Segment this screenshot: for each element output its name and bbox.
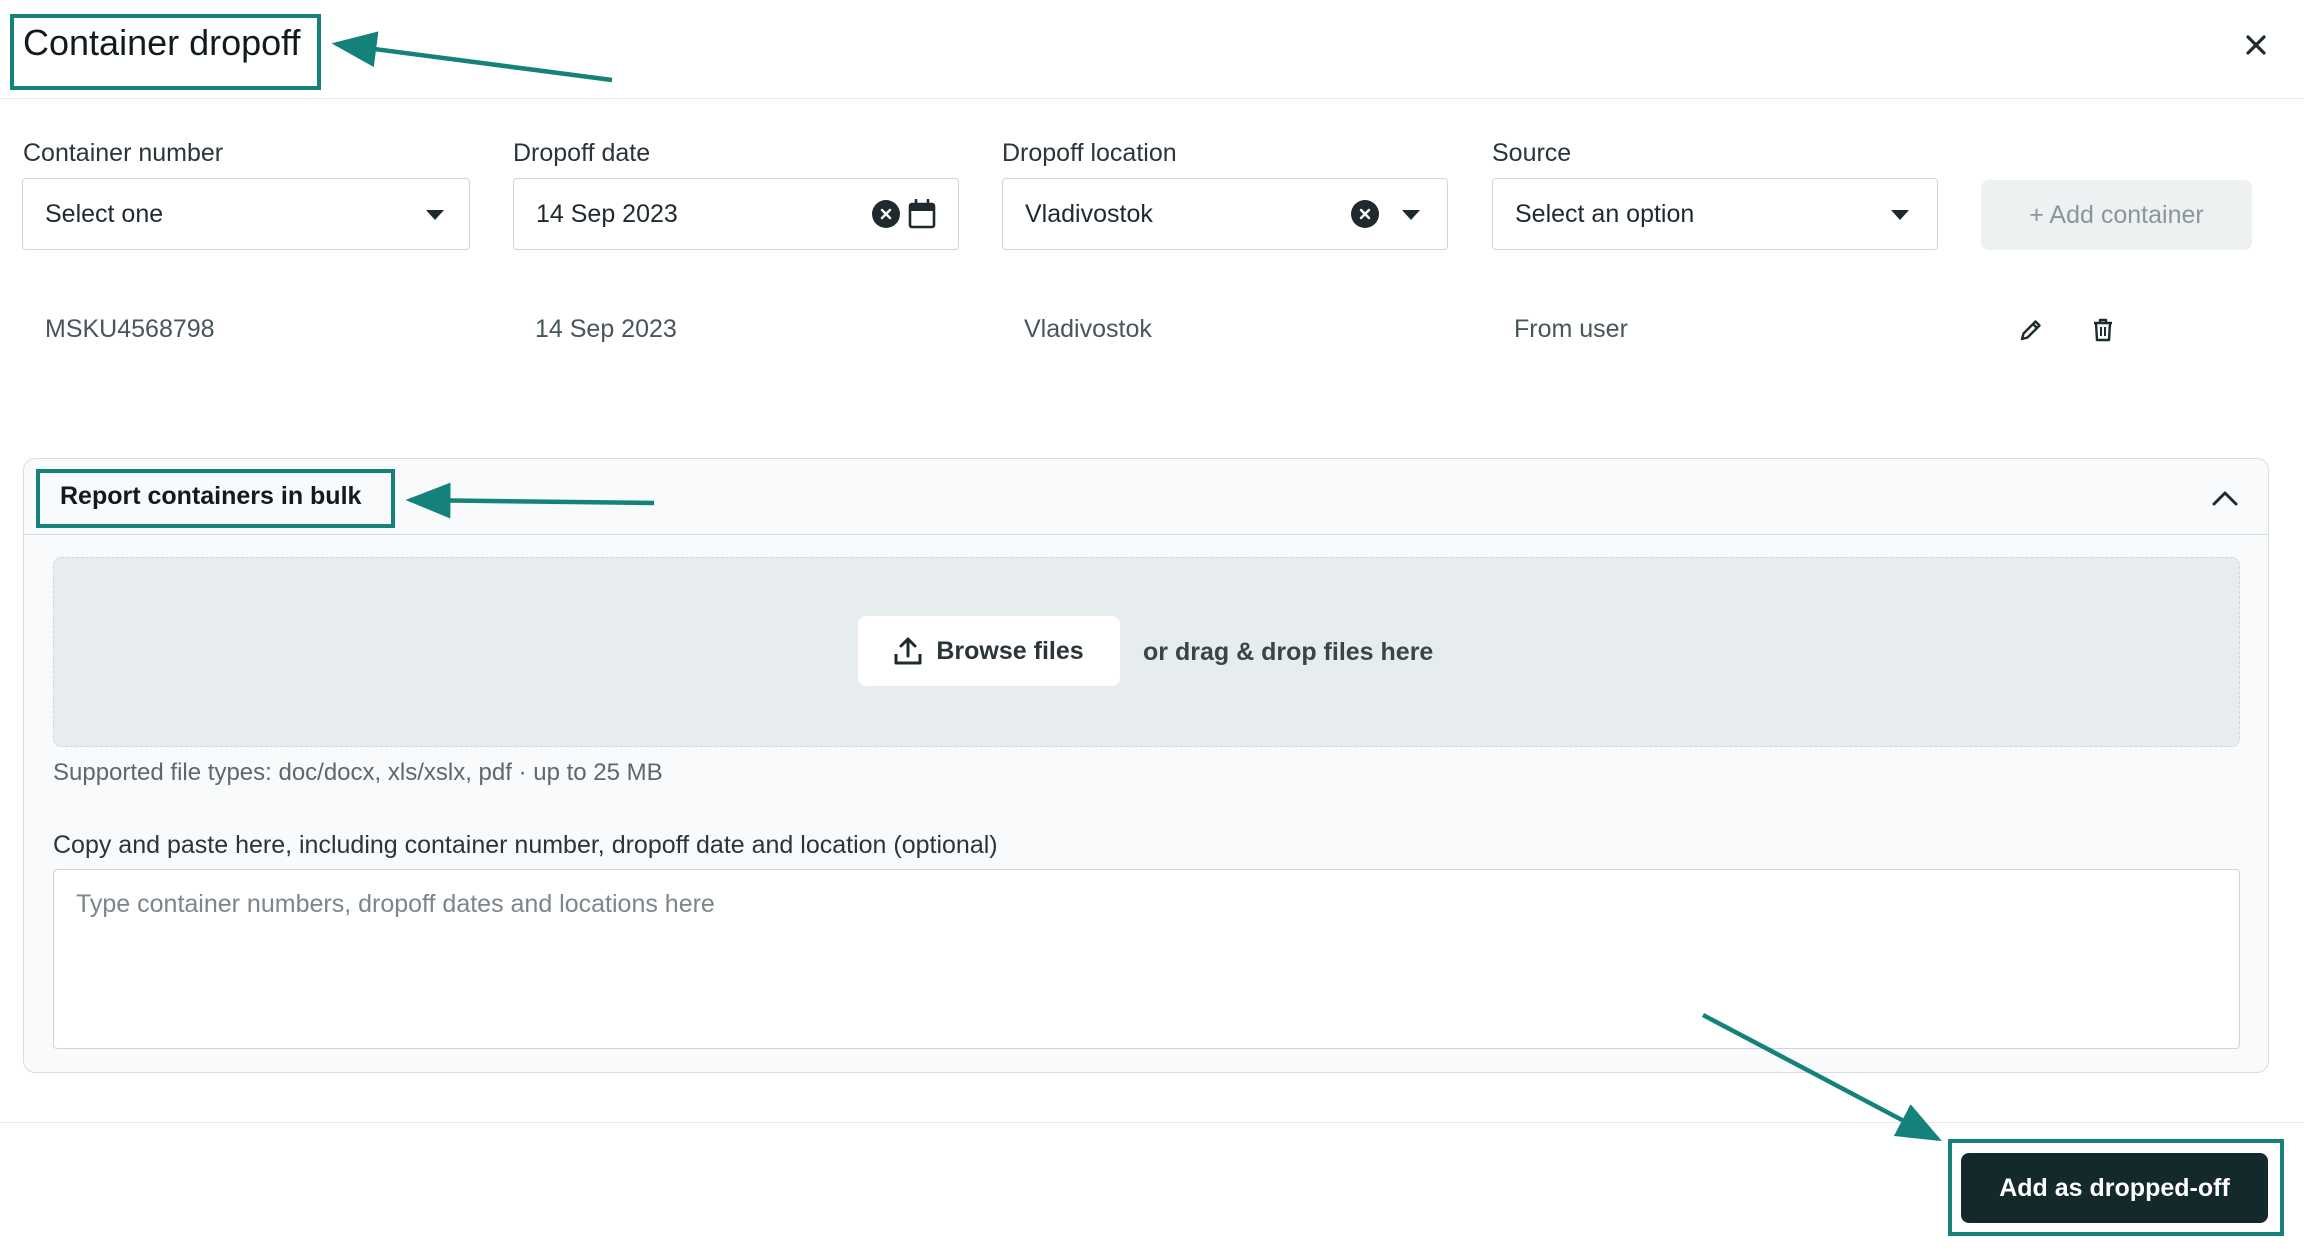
- chevron-down-icon[interactable]: [1891, 210, 1909, 220]
- chevron-down-icon[interactable]: [426, 210, 444, 220]
- paste-label: Copy and paste here, including container…: [53, 831, 998, 859]
- source-select[interactable]: Select an option: [1492, 178, 1938, 250]
- browse-files-label: Browse files: [936, 636, 1084, 665]
- browse-files-button[interactable]: Browse files: [858, 616, 1120, 686]
- dropoff-location-select[interactable]: Vladivostok: [1002, 178, 1448, 250]
- bulk-header-divider: [24, 534, 2268, 535]
- clear-location-icon[interactable]: [1351, 200, 1379, 228]
- annotation-highlight-title: [10, 14, 321, 90]
- upload-icon: [894, 637, 922, 665]
- edit-button[interactable]: [2014, 313, 2048, 347]
- arrow-to-title: [331, 31, 613, 83]
- source-value: Select an option: [1515, 200, 1695, 228]
- add-container-button[interactable]: + Add container: [1981, 180, 2252, 250]
- header-divider: [0, 98, 2304, 99]
- paste-textarea[interactable]: [53, 869, 2240, 1049]
- annotation-highlight-submit: [1948, 1139, 2284, 1236]
- container-number-select[interactable]: Select one: [22, 178, 470, 250]
- container-number-value: Select one: [45, 200, 164, 228]
- pencil-icon[interactable]: [2018, 317, 2044, 343]
- row-container-number: MSKU4568798: [45, 315, 215, 343]
- dropoff-date-label: Dropoff date: [513, 139, 651, 167]
- annotation-highlight-bulk: [36, 469, 395, 528]
- drag-drop-hint: or drag & drop files here: [1143, 638, 1434, 666]
- calendar-icon[interactable]: [908, 199, 936, 229]
- row-dropoff-date: 14 Sep 2023: [535, 315, 677, 343]
- dropoff-location-value: Vladivostok: [1025, 200, 1153, 228]
- row-dropoff-location: Vladivostok: [1024, 315, 1152, 343]
- dropoff-date-input[interactable]: 14 Sep 2023: [513, 178, 959, 250]
- supported-file-types: Supported file types: doc/docx, xls/xslx…: [53, 759, 663, 786]
- dropoff-date-value: 14 Sep 2023: [536, 200, 678, 228]
- trash-icon[interactable]: [2091, 317, 2115, 343]
- chevron-down-icon[interactable]: [1402, 210, 1420, 220]
- clear-date-icon[interactable]: [872, 200, 900, 228]
- footer-divider: [0, 1122, 2304, 1123]
- collapse-button[interactable]: [2206, 480, 2244, 516]
- close-icon[interactable]: [2245, 34, 2267, 56]
- chevron-up-icon[interactable]: [2212, 490, 2238, 506]
- close-button[interactable]: [2238, 24, 2274, 66]
- row-source: From user: [1514, 315, 1628, 343]
- container-number-label: Container number: [23, 139, 224, 167]
- delete-button[interactable]: [2086, 313, 2120, 347]
- source-label: Source: [1492, 139, 1572, 167]
- dropoff-location-label: Dropoff location: [1002, 139, 1177, 167]
